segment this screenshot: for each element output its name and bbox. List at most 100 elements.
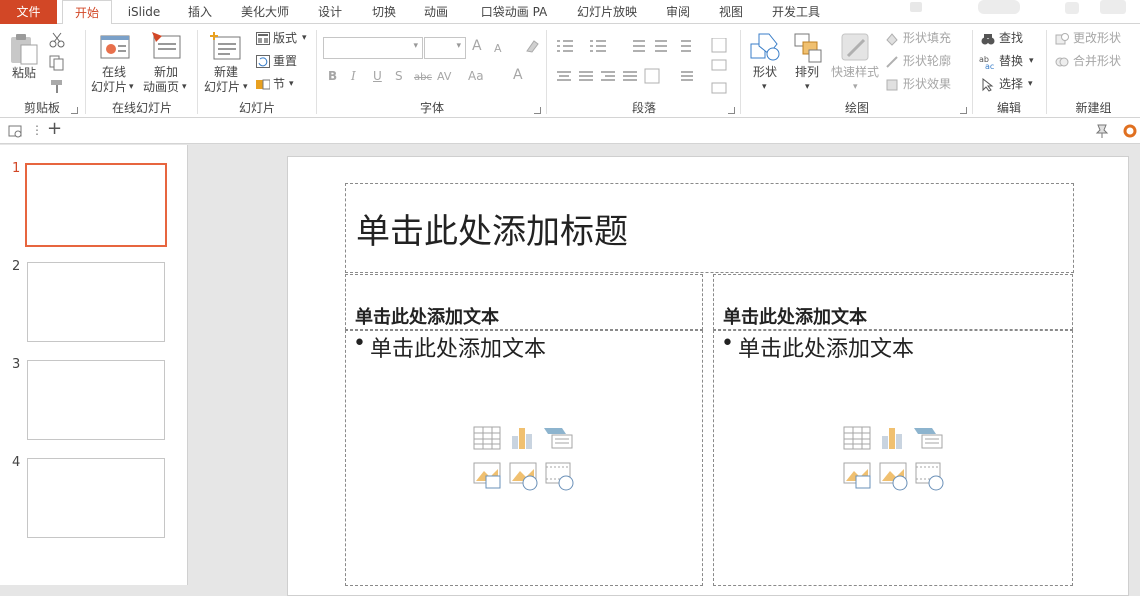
paste-button[interactable]: 粘贴 bbox=[12, 66, 36, 81]
insert-smartart-icon[interactable] bbox=[544, 428, 573, 449]
reset-button[interactable]: 重置 bbox=[273, 54, 297, 69]
change-case-button[interactable]: Aa bbox=[468, 69, 484, 84]
online-slides-label-1[interactable]: 在线 bbox=[102, 65, 126, 80]
settings-gear-icon[interactable] bbox=[1122, 123, 1138, 139]
chevron-down-icon[interactable]: ▾ bbox=[853, 80, 858, 95]
binoculars-icon[interactable] bbox=[981, 32, 995, 46]
insert-video-icon[interactable] bbox=[915, 462, 944, 491]
shape-fill-button[interactable]: 形状填充 bbox=[903, 31, 951, 46]
tab-review[interactable]: 审阅 bbox=[658, 0, 698, 24]
tab-developer[interactable]: 开发工具 bbox=[764, 0, 828, 24]
quick-styles-button[interactable]: 快速样式 bbox=[831, 65, 879, 80]
insert-chart-icon[interactable] bbox=[882, 428, 902, 449]
shadow-button[interactable]: S bbox=[395, 69, 403, 84]
clipboard-launcher-icon[interactable] bbox=[71, 107, 78, 114]
tab-slideshow[interactable]: 幻灯片放映 bbox=[572, 0, 642, 24]
chevron-down-icon[interactable]: ▾ bbox=[1029, 54, 1034, 69]
strikethrough-button[interactable]: abc bbox=[414, 70, 432, 85]
tab-file[interactable]: 文件 bbox=[0, 0, 57, 24]
bold-button[interactable]: B bbox=[328, 69, 337, 84]
layout-button[interactable]: 版式 bbox=[273, 31, 297, 46]
right-heading-placeholder[interactable]: 单击此处添加文本 bbox=[713, 274, 1073, 330]
tab-home[interactable]: 开始 bbox=[62, 0, 112, 25]
section-icon[interactable] bbox=[256, 78, 270, 91]
insert-chart-icon[interactable] bbox=[512, 428, 532, 449]
paste-icon[interactable] bbox=[8, 32, 40, 66]
drawing-launcher-icon[interactable] bbox=[960, 107, 967, 114]
merge-shapes-button[interactable]: 合并形状 bbox=[1073, 54, 1121, 69]
tab-view[interactable]: 视图 bbox=[711, 0, 751, 24]
new-animation-label-2[interactable]: 动画页 bbox=[143, 80, 179, 95]
pin-icon[interactable] bbox=[1094, 123, 1110, 139]
chevron-down-icon[interactable]: ▾ bbox=[289, 77, 294, 92]
insert-video-icon[interactable] bbox=[545, 462, 574, 491]
chevron-down-icon[interactable]: ▾ bbox=[243, 80, 248, 95]
layout-icon[interactable] bbox=[256, 32, 270, 45]
online-slides-icon[interactable] bbox=[99, 32, 131, 62]
shapes-button[interactable]: 形状 bbox=[753, 65, 777, 80]
shape-effects-icon[interactable] bbox=[885, 78, 899, 92]
merge-shapes-icon[interactable] bbox=[1055, 55, 1069, 69]
chevron-down-icon[interactable]: ▾ bbox=[182, 80, 187, 95]
insert-smartart-icon[interactable] bbox=[914, 428, 943, 449]
new-slide-label-1[interactable]: 新建 bbox=[214, 65, 238, 80]
chevron-down-icon[interactable]: ▾ bbox=[302, 31, 307, 46]
new-animation-page-icon[interactable] bbox=[150, 30, 182, 62]
character-spacing-button[interactable]: AV bbox=[437, 69, 451, 84]
clear-formatting-icon[interactable] bbox=[524, 38, 540, 54]
copy-icon[interactable] bbox=[49, 55, 65, 71]
slide-thumbnail-2[interactable] bbox=[27, 262, 165, 342]
replace-icon[interactable]: abac bbox=[979, 54, 997, 70]
insert-picture-icon[interactable] bbox=[843, 462, 871, 489]
format-painter-icon[interactable] bbox=[49, 78, 65, 94]
left-heading-placeholder[interactable]: 单击此处添加文本 bbox=[345, 274, 703, 330]
tab-animations[interactable]: 动画 bbox=[416, 0, 456, 24]
new-slide-icon[interactable] bbox=[209, 31, 243, 63]
font-size-dropdown[interactable]: ▾ bbox=[424, 37, 466, 59]
slide-thumbnail-4[interactable] bbox=[27, 458, 165, 538]
shape-effects-button[interactable]: 形状效果 bbox=[903, 77, 951, 92]
shapes-icon[interactable] bbox=[749, 32, 783, 64]
chevron-down-icon[interactable]: ▾ bbox=[805, 80, 810, 95]
tab-insert[interactable]: 插入 bbox=[180, 0, 220, 24]
left-content-placeholder[interactable]: • 单击此处添加文本 bbox=[345, 330, 703, 586]
section-button[interactable]: 节 bbox=[273, 77, 285, 92]
new-animation-label-1[interactable]: 新加 bbox=[154, 65, 178, 80]
replace-button[interactable]: 替换 bbox=[999, 54, 1023, 69]
insert-table-icon[interactable] bbox=[843, 426, 871, 450]
shape-fill-icon[interactable] bbox=[885, 32, 899, 46]
insert-online-picture-icon[interactable] bbox=[509, 462, 538, 491]
cut-icon[interactable] bbox=[49, 32, 65, 48]
arrange-button[interactable]: 排列 bbox=[795, 65, 819, 80]
tab-pocket-animation[interactable]: 口袋动画 PA bbox=[472, 0, 556, 24]
arrange-icon[interactable] bbox=[793, 32, 823, 64]
title-placeholder[interactable]: 单击此处添加标题 bbox=[345, 183, 1074, 273]
chevron-down-icon[interactable]: ▾ bbox=[129, 80, 134, 95]
italic-button[interactable]: I bbox=[351, 69, 356, 84]
insert-online-picture-icon[interactable] bbox=[879, 462, 908, 491]
new-slide-label-2[interactable]: 幻灯片 bbox=[204, 80, 240, 95]
tab-transitions[interactable]: 切换 bbox=[364, 0, 404, 24]
shape-outline-button[interactable]: 形状轮廓 bbox=[903, 54, 951, 69]
tab-islide[interactable]: iSlide bbox=[122, 0, 166, 24]
font-name-dropdown[interactable]: ▾ bbox=[323, 37, 423, 59]
grow-font-icon[interactable]: A bbox=[472, 39, 482, 54]
chevron-down-icon[interactable]: ▾ bbox=[1028, 77, 1033, 92]
find-button[interactable]: 查找 bbox=[999, 31, 1023, 46]
shrink-font-icon[interactable]: A bbox=[494, 41, 502, 56]
insert-picture-icon[interactable] bbox=[473, 462, 501, 489]
slide-thumbnail-3[interactable] bbox=[27, 360, 165, 440]
change-shape-icon[interactable] bbox=[1055, 32, 1069, 46]
paragraph-launcher-icon[interactable] bbox=[728, 107, 735, 114]
more-options-icon[interactable]: ⋮ bbox=[31, 123, 43, 138]
reset-icon[interactable] bbox=[256, 55, 270, 68]
change-shape-button[interactable]: 更改形状 bbox=[1073, 31, 1121, 46]
quick-styles-icon[interactable] bbox=[840, 32, 872, 64]
select-button[interactable]: 选择 bbox=[999, 77, 1023, 92]
chevron-down-icon[interactable]: ▾ bbox=[762, 80, 767, 95]
shape-outline-icon[interactable] bbox=[885, 55, 899, 69]
right-content-placeholder[interactable]: • 单击此处添加文本 bbox=[713, 330, 1073, 586]
select-cursor-icon[interactable] bbox=[982, 78, 994, 92]
add-icon[interactable]: + bbox=[47, 120, 62, 138]
font-launcher-icon[interactable] bbox=[534, 107, 541, 114]
